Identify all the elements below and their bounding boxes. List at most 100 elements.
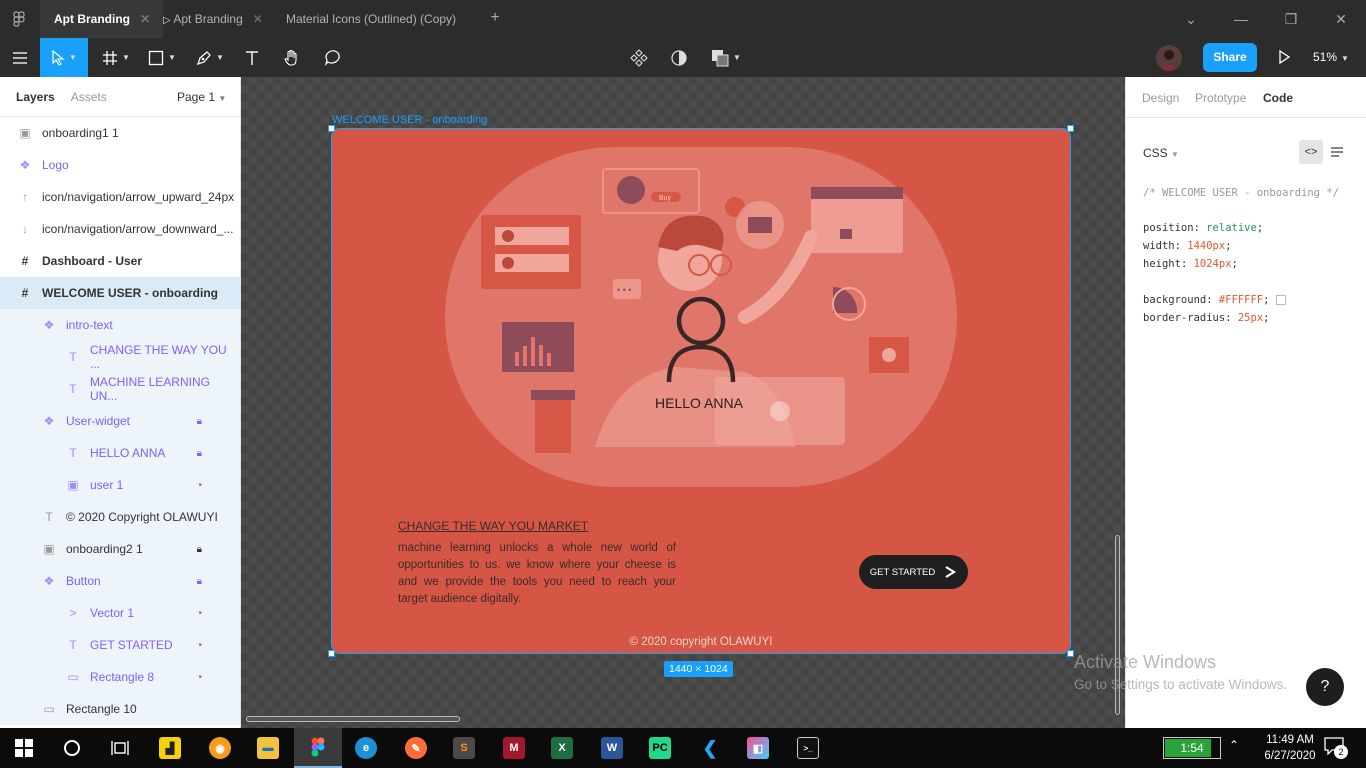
avatar[interactable] xyxy=(1156,45,1182,71)
layer-onboarding1[interactable]: ▣ onboarding1 1 xyxy=(0,117,240,149)
layer-vector-1[interactable]: > Vector 1 • xyxy=(0,597,240,629)
mask-icon[interactable] xyxy=(666,38,692,77)
postman-icon[interactable]: ✎ xyxy=(392,728,440,768)
mendeley-icon[interactable]: M xyxy=(490,728,538,768)
frame-icon xyxy=(103,50,118,65)
design-app-icon[interactable]: ◧ xyxy=(734,728,782,768)
frame-label[interactable]: WELCOME USER - onboarding xyxy=(332,114,487,126)
close-icon[interactable]: ✕ xyxy=(253,12,263,26)
present-play-icon[interactable] xyxy=(1274,47,1294,67)
layer-machine-learning[interactable]: T MACHINE LEARNING UN... xyxy=(0,373,240,405)
horizontal-scrollbar[interactable] xyxy=(246,716,460,722)
dot-icon[interactable]: • xyxy=(198,672,202,683)
zoom-dropdown[interactable]: 51% ▼ xyxy=(1313,38,1349,77)
tab-prototype[interactable]: Prototype xyxy=(1195,91,1246,105)
vscode-icon[interactable]: ❮ xyxy=(686,728,734,768)
shape-tool-button[interactable]: ▼ xyxy=(142,38,182,77)
window-close-icon[interactable]: ✕ xyxy=(1318,0,1364,38)
layer-copyright[interactable]: T © 2020 Copyright OLAWUYI xyxy=(0,501,240,533)
edge-browser-icon[interactable]: e xyxy=(342,728,390,768)
pycharm-icon[interactable]: PC xyxy=(636,728,684,768)
layer-change-the-way[interactable]: T CHANGE THE WAY YOU ... xyxy=(0,341,240,373)
clock[interactable]: 11:49 AM 6/27/2020 xyxy=(1250,732,1330,764)
resize-handle-top-left[interactable] xyxy=(328,125,335,132)
layer-label: WELCOME USER - onboarding xyxy=(42,286,218,300)
sublime-text-icon[interactable]: S xyxy=(440,728,488,768)
layer-welcome-user[interactable]: # WELCOME USER - onboarding xyxy=(0,277,240,309)
hand-tool-button[interactable] xyxy=(278,38,306,77)
lock-icon[interactable]: 🔒︎ xyxy=(197,544,202,555)
layer-logo[interactable]: ❖ Logo xyxy=(0,149,240,181)
figma-menu-icon[interactable] xyxy=(10,10,28,28)
resize-handle-top-right[interactable] xyxy=(1067,125,1074,132)
move-tool-button[interactable]: ▼ xyxy=(40,38,88,77)
excel-icon[interactable]: X xyxy=(538,728,586,768)
dot-icon[interactable]: • xyxy=(198,480,202,491)
page-selector[interactable]: Page 1 ▼ xyxy=(177,90,226,104)
lock-icon[interactable]: 🔒︎ xyxy=(197,576,202,587)
figma-app-icon[interactable] xyxy=(294,728,342,768)
chevron-up-icon[interactable]: ⌃ xyxy=(1229,738,1239,752)
language-dropdown[interactable]: CSS ▼ xyxy=(1143,146,1179,160)
pen-tool-button[interactable]: ▼ xyxy=(190,38,230,77)
dot-icon[interactable]: • xyxy=(198,608,202,619)
restore-icon[interactable]: ❐ xyxy=(1268,0,1314,38)
tab-layers[interactable]: Layers xyxy=(16,90,55,104)
dot-icon[interactable]: • xyxy=(198,640,202,651)
tab-assets[interactable]: Assets xyxy=(71,90,107,104)
windows-start-icon[interactable] xyxy=(0,728,48,768)
layer-user-widget[interactable]: ❖ User-widget 🔒︎ xyxy=(0,405,240,437)
chevron-down-icon[interactable]: ⌄ xyxy=(1168,0,1214,38)
layer-get-started[interactable]: T GET STARTED • xyxy=(0,629,240,661)
tab-material-icons[interactable]: Material Icons (Outlined) (Copy) xyxy=(273,0,473,38)
canvas[interactable]: WELCOME USER - onboarding Buy • • • HELL… xyxy=(241,77,1125,728)
code-view-icon[interactable]: <> xyxy=(1299,140,1323,164)
lock-icon[interactable]: 🔒︎ xyxy=(197,448,202,459)
layer-arrow-downward[interactable]: ↓ icon/navigation/arrow_downward_... xyxy=(0,213,240,245)
battery-meter[interactable]: 1:54 xyxy=(1163,737,1221,759)
search-circle-icon[interactable] xyxy=(48,728,96,768)
tab-apt-branding-active[interactable]: Apt Branding ✕ xyxy=(40,0,163,38)
new-tab-plus-icon[interactable]: + xyxy=(480,9,510,29)
list-view-icon[interactable] xyxy=(1329,145,1345,159)
tab-label: Apt Branding xyxy=(54,12,130,26)
word-icon[interactable]: W xyxy=(588,728,636,768)
hamburger-menu-icon[interactable] xyxy=(0,38,40,77)
text-icon xyxy=(246,50,258,65)
task-view-icon[interactable] xyxy=(96,728,144,768)
layer-user-1[interactable]: ▣ user 1 • xyxy=(0,469,240,501)
layer-button[interactable]: ❖ Button 🔒︎ xyxy=(0,565,240,597)
lock-icon[interactable]: 🔒︎ xyxy=(197,416,202,427)
sticky-notes-icon[interactable]: ▟ xyxy=(146,728,194,768)
layer-rectangle-10[interactable]: ▭ Rectangle 10 xyxy=(0,693,240,725)
tab-apt-branding-prototype[interactable]: ▷ Apt Branding ✕ xyxy=(163,0,273,38)
resize-handle-bottom-left[interactable] xyxy=(328,650,335,657)
layer-arrow-upward[interactable]: ↑ icon/navigation/arrow_upward_24px xyxy=(0,181,240,213)
minimize-icon[interactable]: — xyxy=(1218,0,1264,38)
layer-dashboard-user[interactable]: # Dashboard - User xyxy=(0,245,240,277)
layer-rectangle-8[interactable]: ▭ Rectangle 8 • xyxy=(0,661,240,693)
notifications-icon[interactable]: 2 xyxy=(1324,737,1350,761)
tab-design[interactable]: Design xyxy=(1142,91,1179,105)
terminal-icon[interactable]: >_ xyxy=(784,728,832,768)
frame-tool-button[interactable]: ▼ xyxy=(96,38,136,77)
text-tool-button[interactable] xyxy=(238,38,266,77)
layer-intro-text[interactable]: ❖ intro-text xyxy=(0,309,240,341)
resize-handle-bottom-right[interactable] xyxy=(1067,650,1074,657)
welcome-user-frame[interactable]: Buy • • • HELLO ANNA CHANGE THE WAY YOU … xyxy=(328,125,1074,657)
comment-tool-button[interactable] xyxy=(318,38,346,77)
help-button[interactable]: ? xyxy=(1306,668,1344,706)
frame-icon: # xyxy=(21,254,29,268)
file-explorer-icon[interactable]: ▬ xyxy=(244,728,292,768)
share-button[interactable]: Share xyxy=(1203,43,1257,72)
brave-browser-icon[interactable]: ◉ xyxy=(196,728,244,768)
get-started-button[interactable]: GET STARTED xyxy=(859,555,968,589)
boolean-icon[interactable]: ▼ xyxy=(706,38,746,77)
component-icon[interactable] xyxy=(626,38,652,77)
clock-time: 11:49 AM xyxy=(1266,734,1314,746)
layer-onboarding2[interactable]: ▣ onboarding2 1 🔒︎ xyxy=(0,533,240,565)
layer-hello-anna[interactable]: T HELLO ANNA 🔒︎ xyxy=(0,437,240,469)
dots-text: • • • xyxy=(617,285,631,295)
tab-code[interactable]: Code xyxy=(1263,91,1293,105)
close-icon[interactable]: ✕ xyxy=(140,12,150,26)
